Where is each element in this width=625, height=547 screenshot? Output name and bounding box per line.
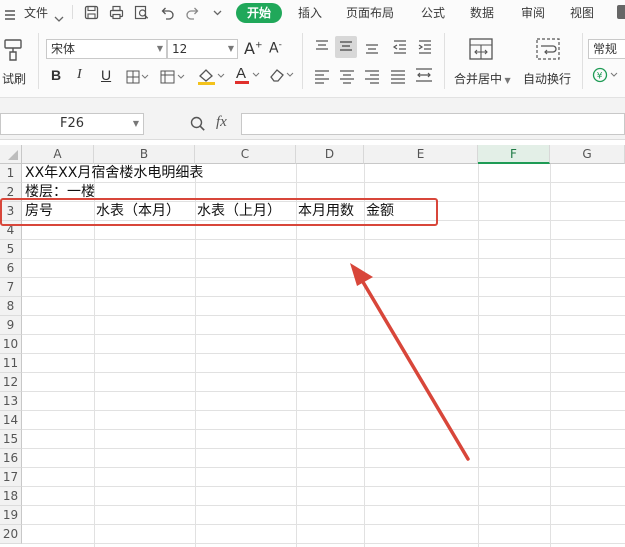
name-box-value: F26 (59, 116, 85, 131)
increase-font-icon[interactable]: A+ (244, 39, 263, 58)
dropdown-arrow-icon: ▼ (132, 119, 139, 128)
number-format-value: 常规 (593, 42, 618, 56)
bold-button[interactable]: B (51, 67, 61, 83)
divider (444, 33, 445, 89)
divider (72, 5, 73, 19)
font-name-select[interactable]: 宋体 ▼ (46, 39, 167, 59)
merge-center-text: 合并居中 (454, 72, 503, 86)
name-box[interactable]: F26 ▼ (0, 113, 144, 135)
svg-text:¥: ¥ (597, 72, 603, 82)
divider (582, 33, 583, 89)
merge-center-icon[interactable] (469, 38, 493, 64)
dropdown-arrow-icon: ▼ (156, 44, 163, 53)
italic-button[interactable]: I (77, 67, 82, 83)
distributed-align-icon[interactable] (415, 67, 433, 87)
fill-style-icon[interactable] (160, 69, 186, 88)
print-preview-icon[interactable] (134, 5, 149, 20)
font-color-icon[interactable]: A (234, 65, 262, 89)
clear-format-icon[interactable] (268, 67, 296, 87)
formula-bar: F26 ▼ fx (0, 109, 625, 140)
ribbon-toolbar: 试刷 宋体 ▼ 12 ▼ A+ A- B I U A 合并居中 ▼ 自动换行 常… (0, 25, 625, 98)
divider (38, 33, 39, 89)
align-left-icon[interactable] (314, 69, 330, 88)
wrap-text-icon[interactable] (536, 38, 560, 64)
underline-button[interactable]: U (101, 67, 111, 83)
zoom-icon[interactable] (190, 116, 206, 136)
font-size-select[interactable]: 12 ▼ (167, 39, 238, 59)
decrease-indent-icon[interactable] (392, 39, 408, 59)
format-painter-icon[interactable] (2, 38, 24, 66)
font-size-value: 12 (172, 42, 188, 56)
decrease-font-icon[interactable]: A- (269, 40, 282, 57)
tab-data[interactable]: 数据 (470, 4, 494, 21)
align-top-icon[interactable] (314, 39, 330, 59)
toolbar-gap (0, 98, 625, 109)
tab-insert[interactable]: 插入 (298, 4, 322, 21)
print-icon[interactable] (109, 5, 124, 20)
customize-dropdown-icon[interactable] (210, 5, 225, 20)
wrap-text-label[interactable]: 自动换行 (523, 70, 571, 87)
save-icon[interactable] (84, 5, 99, 20)
font-name-value: 宋体 (51, 42, 76, 56)
border-icon[interactable] (126, 69, 150, 88)
increase-indent-icon[interactable] (417, 39, 433, 59)
tab-start[interactable]: 开始 (236, 3, 282, 23)
function-icon[interactable]: fx (216, 114, 227, 131)
fill-color-icon[interactable] (197, 67, 225, 89)
file-menu[interactable]: 文件 (24, 4, 48, 21)
menu-bar: 文件 开始 插入 页面布局 公式 数据 审阅 视图 (0, 0, 625, 25)
tab-view[interactable]: 视图 (570, 4, 594, 21)
format-painter-label[interactable]: 试刷 (2, 70, 26, 87)
annotation-arrow (350, 263, 470, 461)
currency-icon[interactable]: ¥ (592, 67, 622, 87)
spreadsheet-grid: A B C D E F G 1 2 3 4 5 6 7 8 9 10 11 12 13 14 15 16 17 1… (0, 145, 625, 547)
formula-input[interactable] (241, 113, 625, 135)
tab-page-layout[interactable]: 页面布局 (346, 4, 394, 21)
number-format-select[interactable]: 常规 (588, 39, 625, 59)
svg-text:A: A (236, 65, 246, 82)
overflow-tab-icon[interactable] (617, 5, 625, 19)
divider (302, 33, 303, 89)
justify-icon[interactable] (390, 69, 406, 88)
merge-center-label[interactable]: 合并居中 ▼ (454, 70, 511, 87)
dropdown-arrow-icon: ▼ (227, 44, 234, 53)
align-middle-icon[interactable] (335, 36, 357, 58)
align-center-icon[interactable] (339, 69, 355, 88)
undo-icon[interactable] (160, 5, 175, 20)
align-bottom-icon[interactable] (364, 39, 380, 59)
tab-formulas[interactable]: 公式 (421, 4, 445, 21)
dropdown-arrow-icon: ▼ (502, 76, 511, 85)
redo-icon[interactable] (185, 5, 200, 20)
align-right-icon[interactable] (364, 69, 380, 88)
hamburger-icon[interactable] (4, 6, 16, 20)
tab-review[interactable]: 审阅 (521, 4, 545, 21)
